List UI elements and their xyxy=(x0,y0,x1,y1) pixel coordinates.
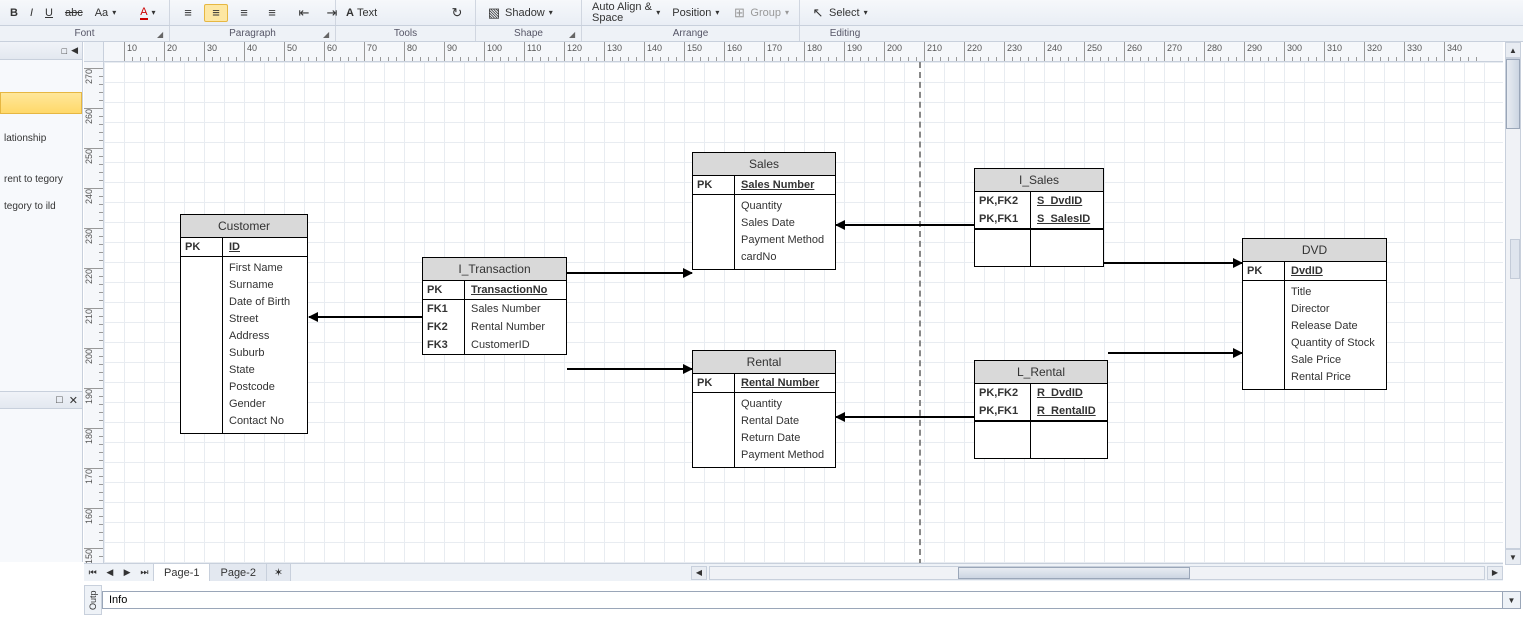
italic-button[interactable]: I xyxy=(26,6,37,20)
tab-prev-button[interactable]: ◀ xyxy=(101,564,118,581)
paragraph-group-label: Paragraph xyxy=(229,28,276,39)
vertical-ruler[interactable]: 270260250240230220210200190180170160150 xyxy=(84,62,104,565)
ribbon: B I U abc Aa▾ A▾ ≡ ≡ ≡ ≡ ⇤ ⇥ A Text ↻ ▧ … xyxy=(0,0,1523,26)
arrange-group-label: Arrange xyxy=(673,28,709,39)
tab-last-button[interactable]: ⏭ xyxy=(136,564,153,581)
panel-collapse-icon[interactable]: ◀ xyxy=(71,45,78,56)
scroll-up-button[interactable]: ▲ xyxy=(1505,42,1521,58)
shape-dialog-launcher[interactable]: ◢ xyxy=(569,30,579,40)
strikethrough-button[interactable]: abc xyxy=(61,6,87,20)
font-size-button[interactable]: Aa▾ xyxy=(91,6,120,20)
tab-page-2[interactable]: Page-2 xyxy=(210,564,266,581)
panel-hint-2: rent to tegory xyxy=(0,169,82,190)
panel2-maximize-icon[interactable]: □ xyxy=(56,394,63,406)
tab-next-button[interactable]: ▶ xyxy=(119,564,136,581)
page-break-line xyxy=(919,62,921,565)
vertical-scrollbar[interactable]: ▲ ▼ xyxy=(1505,42,1521,565)
panel-hint-3: tegory to ild xyxy=(0,196,82,217)
page-tab-strip: ⏮ ◀ ▶ ⏭ Page-1 Page-2 ✶ ◀ ▶ xyxy=(84,563,1503,581)
horizontal-ruler[interactable]: 1020304050607080901001101201301401501601… xyxy=(84,42,1503,62)
entity-title: L_Rental xyxy=(975,361,1107,384)
vscroll-marker[interactable] xyxy=(1510,239,1520,279)
shadow-button[interactable]: ▧ Shadow▾ xyxy=(482,4,557,22)
decrease-indent-button[interactable]: ⇤ xyxy=(292,4,316,22)
relationship-arrow[interactable] xyxy=(1108,352,1242,354)
entity-title: Rental xyxy=(693,351,835,374)
drawing-canvas[interactable]: CustomerPKIDFirst NameSurnameDate of Bir… xyxy=(104,62,1503,565)
entity-rental[interactable]: RentalPKRental NumberQuantityRental Date… xyxy=(692,350,836,468)
align-right-button[interactable]: ≡ xyxy=(232,4,256,22)
tab-first-button[interactable]: ⏮ xyxy=(84,564,101,581)
entity-dvd[interactable]: DVDPKDvdIDTitleDirectorRelease DateQuant… xyxy=(1242,238,1387,390)
relationship-arrow[interactable] xyxy=(567,368,692,370)
panel2-close-icon[interactable]: ✕ xyxy=(69,394,78,407)
tab-page-1[interactable]: Page-1 xyxy=(154,564,210,581)
hscroll-left-button[interactable]: ◀ xyxy=(691,566,707,580)
tools-group-label: Tools xyxy=(394,28,417,39)
editing-group-label: Editing xyxy=(830,28,861,39)
group-button[interactable]: ⊞ Group▾ xyxy=(727,4,793,22)
hscroll-right-button[interactable]: ▶ xyxy=(1487,566,1503,580)
underline-button[interactable]: U xyxy=(41,6,57,20)
entity-sales[interactable]: SalesPKSales NumberQuantitySales DatePay… xyxy=(692,152,836,270)
entity-isales[interactable]: I_SalesPK,FK2S_DvdIDPK,FK1S_SalesID xyxy=(974,168,1104,267)
shape-chip[interactable] xyxy=(0,92,82,114)
relationship-arrow[interactable] xyxy=(836,224,974,226)
align-center-button[interactable]: ≡ xyxy=(204,4,228,22)
entity-title: Customer xyxy=(181,215,307,238)
relationship-arrow[interactable] xyxy=(836,416,974,418)
rotate-tool-button[interactable]: ↻ xyxy=(445,4,469,22)
panel-maximize-icon[interactable]: □ xyxy=(62,46,67,56)
align-left-button[interactable]: ≡ xyxy=(176,4,200,22)
entity-customer[interactable]: CustomerPKIDFirst NameSurnameDate of Bir… xyxy=(180,214,308,434)
entity-title: Sales xyxy=(693,153,835,176)
justify-button[interactable]: ≡ xyxy=(260,4,284,22)
relationship-arrow[interactable] xyxy=(567,272,692,274)
font-group-label: Font xyxy=(74,28,94,39)
select-button[interactable]: ↖ Select▾ xyxy=(806,4,872,22)
relationship-arrow[interactable] xyxy=(309,316,422,318)
font-color-button[interactable]: A▾ xyxy=(136,5,159,21)
vscroll-thumb[interactable] xyxy=(1506,59,1520,129)
font-dialog-launcher[interactable]: ◢ xyxy=(157,30,167,40)
entity-title: I_Transaction xyxy=(423,258,566,281)
paragraph-dialog-launcher[interactable]: ◢ xyxy=(323,30,333,40)
auto-align-button[interactable]: Auto Align & Space▾ xyxy=(588,1,664,25)
tab-add-page[interactable]: ✶ xyxy=(267,564,291,581)
shapes-panel: □ ◀ lationship rent to tegory tegory to i… xyxy=(0,42,83,562)
output-field[interactable] xyxy=(102,591,1503,609)
panel-hint-1: lationship xyxy=(0,128,82,149)
position-button[interactable]: Position▾ xyxy=(668,6,723,20)
bold-button[interactable]: B xyxy=(6,6,22,20)
entity-itransaction[interactable]: I_TransactionPKTransactionNoFK1Sales Num… xyxy=(422,257,567,355)
entity-title: I_Sales xyxy=(975,169,1103,192)
ribbon-labels: Font ◢ Paragraph ◢ Tools Shape ◢ Arrange Ed… xyxy=(0,26,1523,42)
scroll-down-button[interactable]: ▼ xyxy=(1505,549,1521,565)
shape-group-label: Shape xyxy=(514,28,543,39)
output-dropdown[interactable]: ▼ xyxy=(1503,591,1521,609)
output-label: Outp xyxy=(84,585,102,615)
entity-title: DVD xyxy=(1243,239,1386,262)
entity-lrental[interactable]: L_RentalPK,FK2R_DvdIDPK,FK1R_RentalID xyxy=(974,360,1108,459)
output-bar: Outp ▼ xyxy=(84,585,1521,615)
relationship-arrow[interactable] xyxy=(1104,262,1242,264)
hscroll-thumb[interactable] xyxy=(958,567,1190,579)
text-tool-button[interactable]: A Text xyxy=(342,6,381,20)
